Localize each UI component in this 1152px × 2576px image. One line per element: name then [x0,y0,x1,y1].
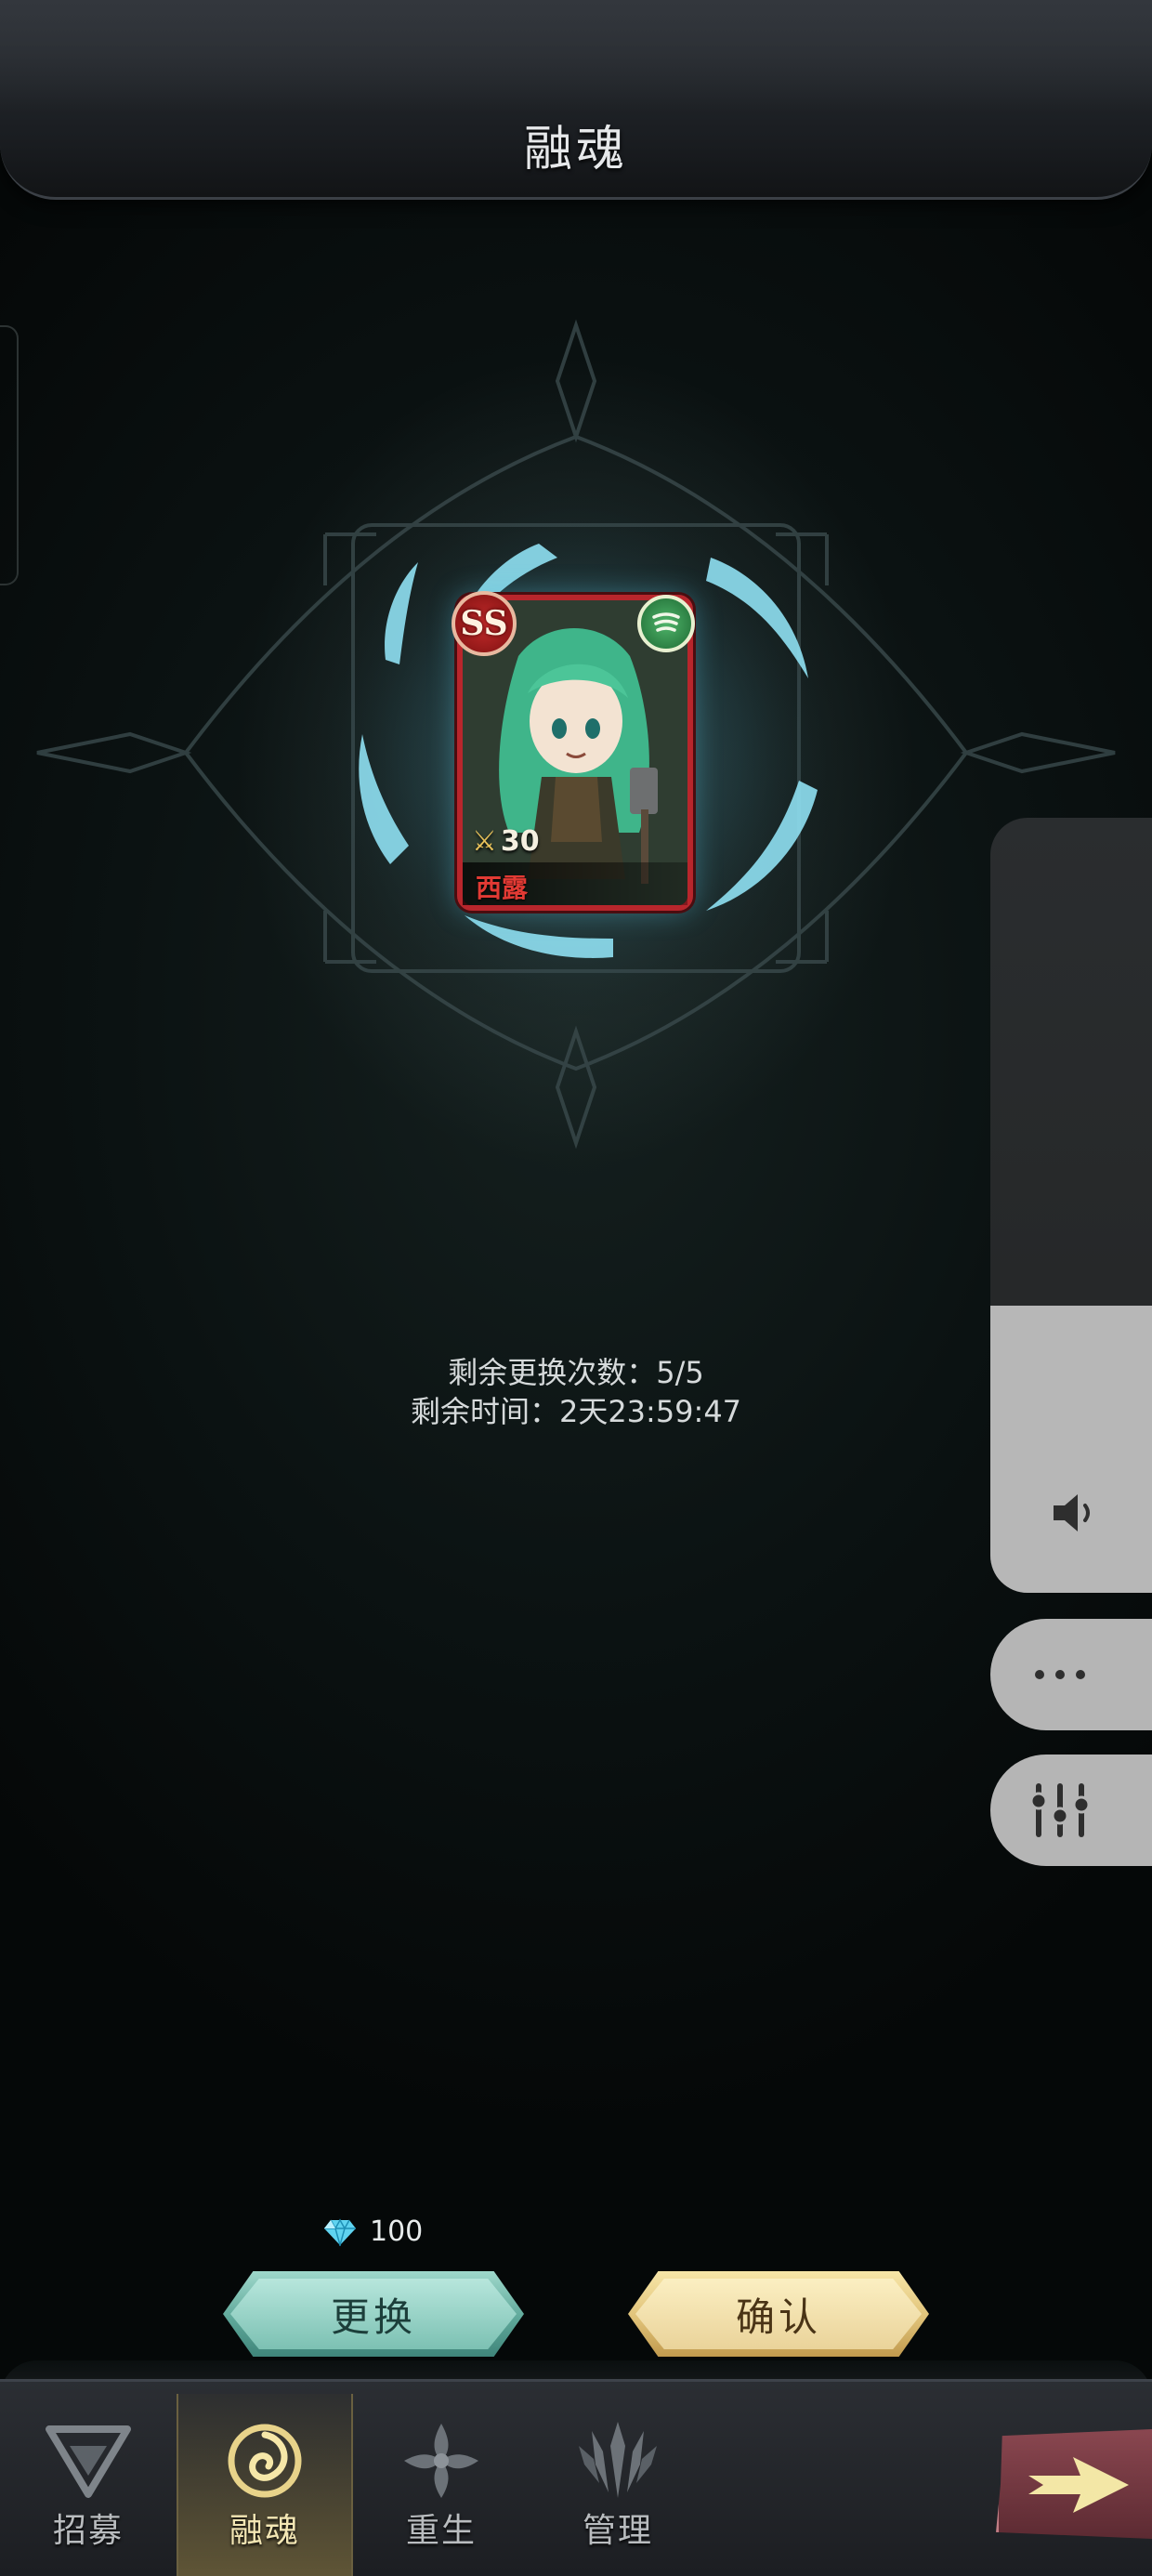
swap-button-label: 更换 [330,2293,416,2340]
speaker-icon[interactable] [1048,1487,1100,1539]
remaining-swaps-label: 剩余更换次数： [448,1355,657,1390]
nav-item-manage[interactable]: 管理 [530,2394,706,2576]
confirm-button[interactable]: 确认 [628,2271,929,2357]
left-edge-tab [0,325,19,585]
diamond-icon [324,2217,356,2246]
recruit-icon [46,2425,131,2498]
fuse-soul-icon [228,2424,302,2498]
nav-label-manage: 管理 [582,2512,653,2550]
settings-button[interactable] [990,1755,1152,1866]
page-title: 融魂 [523,122,628,177]
swap-cost: 100 [323,2215,423,2248]
ellipsis-icon [1035,1670,1085,1679]
remaining-swaps: 剩余更换次数：5/5 [0,1349,1152,1392]
remaining-time-label: 剩余时间： [410,1394,559,1429]
remaining-time: 剩余时间：2天23:59:47 [0,1388,1152,1431]
rank-badge: SS [452,591,517,656]
sword-icon: ⚔ [472,825,497,858]
next-button[interactable] [996,2429,1152,2539]
volume-slider[interactable] [990,818,1152,1593]
volume-slider-fill [990,1306,1152,1593]
more-button[interactable] [990,1619,1152,1730]
sliders-icon [1029,1783,1091,1837]
nav-label-recruit: 招募 [52,2512,124,2550]
hero-name: 西露 [476,873,529,903]
wind-class-icon [637,595,695,652]
remaining-time-value: 2天23:59:47 [558,1394,742,1429]
confirm-button-label: 确认 [735,2293,821,2340]
nav-label-fuse-soul: 融魂 [229,2512,300,2550]
nav-item-fuse-soul[interactable]: 融魂 [177,2394,353,2576]
manage-icon [579,2422,657,2498]
game-scene: 融魂 SS ⚔ 30 西露 剩余更换次数：5/5 剩余时间：2天23:59:47… [0,0,1152,2576]
swap-button[interactable]: 更换 [223,2271,524,2357]
swap-cost-amount: 100 [370,2215,424,2248]
remaining-swaps-value: 5/5 [656,1355,704,1390]
arrow-right-icon [1028,2457,1129,2513]
hero-level-value: 30 [500,825,540,858]
rebirth-icon [404,2424,478,2498]
hero-level: ⚔ 30 [472,825,540,858]
nav-label-rebirth: 重生 [405,2512,477,2550]
nav-item-rebirth[interactable]: 重生 [353,2394,530,2576]
nav-item-recruit[interactable]: 招募 [0,2394,177,2576]
